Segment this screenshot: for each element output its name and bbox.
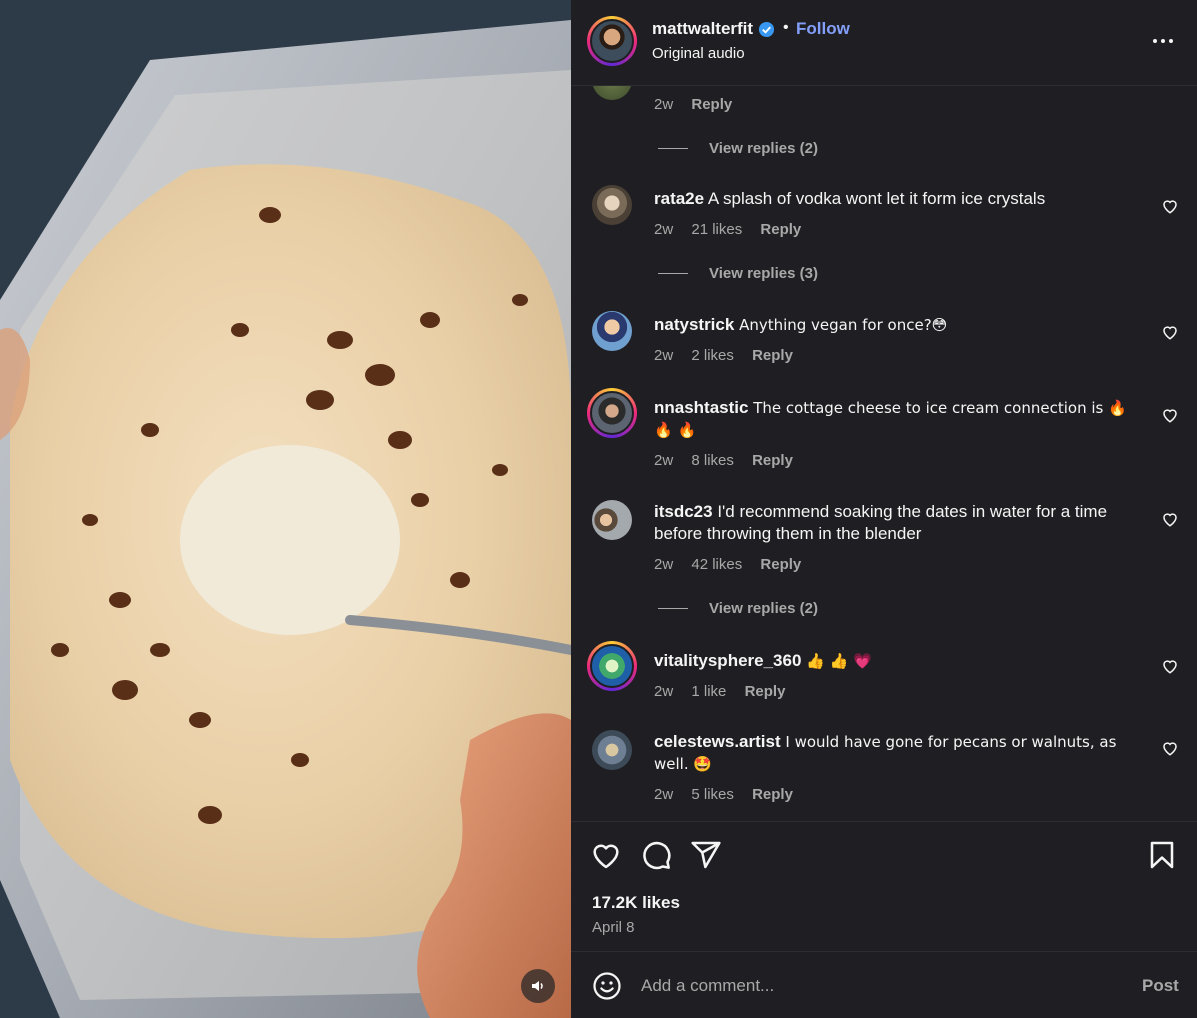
likes-count[interactable]: 17.2K likes bbox=[592, 893, 680, 913]
share-icon[interactable] bbox=[690, 839, 722, 871]
comment-age: 2w bbox=[654, 683, 674, 700]
comment-meta: 2w 1 like Reply bbox=[654, 683, 799, 700]
view-replies-label: View replies (3) bbox=[709, 265, 818, 282]
reply-button[interactable]: Reply bbox=[752, 347, 793, 364]
ice-cream-photo bbox=[0, 0, 571, 1018]
audio-link[interactable]: Original audio bbox=[652, 45, 745, 62]
reply-button[interactable]: Reply bbox=[760, 556, 801, 573]
speaker-icon bbox=[532, 981, 543, 991]
comment-meta: 2w 5 likes Reply bbox=[654, 786, 807, 803]
comment-body: A splash of vodka wont let it form ice c… bbox=[707, 189, 1046, 208]
like-comment-icon[interactable] bbox=[1161, 197, 1179, 215]
comment-body: Anything vegan for once?😳 bbox=[739, 316, 948, 334]
comment-meta: 2w 42 likes Reply bbox=[654, 556, 815, 573]
separator-dot: • bbox=[783, 19, 789, 36]
mute-toggle-button[interactable] bbox=[521, 969, 555, 1003]
post-actions: 17.2K likes April 8 bbox=[571, 821, 1197, 951]
comments-list[interactable]: 2w Reply View replies (2) rata2e A splas… bbox=[571, 86, 1197, 821]
avatar[interactable] bbox=[592, 730, 632, 770]
comment-text: natystrick Anything vegan for once?😳 bbox=[654, 314, 1134, 336]
author-avatar[interactable] bbox=[587, 16, 637, 66]
post-date[interactable]: April 8 bbox=[592, 919, 635, 936]
reply-button[interactable]: Reply bbox=[745, 683, 786, 700]
avatar[interactable] bbox=[587, 388, 637, 438]
heart-icon[interactable] bbox=[590, 839, 622, 871]
comment-input[interactable] bbox=[641, 972, 1121, 1000]
comment-text: itsdc23 I'd recommend soaking the dates … bbox=[654, 501, 1124, 545]
comment-username[interactable]: itsdc23 bbox=[654, 502, 713, 521]
post-header: mattwalterfit • Follow Original audio bbox=[571, 0, 1197, 86]
comment-body: I'd recommend soaking the dates in water… bbox=[654, 502, 1108, 543]
view-replies-button[interactable]: View replies (2) bbox=[658, 140, 818, 157]
comment-age: 2w bbox=[654, 221, 674, 238]
comment-age: 2w bbox=[654, 347, 674, 364]
like-comment-icon[interactable] bbox=[1161, 510, 1179, 528]
reply-button[interactable]: Reply bbox=[691, 96, 732, 113]
comment-meta: 2w Reply bbox=[654, 96, 746, 113]
reply-button[interactable]: Reply bbox=[752, 786, 793, 803]
comment-text: nnashtastic The cottage cheese to ice cr… bbox=[654, 397, 1134, 441]
comment-icon[interactable] bbox=[640, 839, 672, 871]
comment-meta: 2w 21 likes Reply bbox=[654, 221, 815, 238]
avatar[interactable] bbox=[587, 641, 637, 691]
comment-text: celestews.artist I would have gone for p… bbox=[654, 731, 1124, 775]
bookmark-icon[interactable] bbox=[1146, 839, 1178, 871]
like-comment-icon[interactable] bbox=[1161, 657, 1179, 675]
reply-button[interactable]: Reply bbox=[760, 221, 801, 238]
verified-badge-icon bbox=[758, 21, 775, 38]
comment-age: 2w bbox=[654, 556, 674, 573]
comment-likes[interactable]: 21 likes bbox=[691, 221, 742, 238]
author-username[interactable]: mattwalterfit bbox=[652, 19, 753, 39]
comment-body: 👍 👍 💗 bbox=[806, 652, 872, 670]
comment-likes[interactable]: 1 like bbox=[691, 683, 726, 700]
comment-composer: Post bbox=[571, 951, 1197, 1018]
comment-username[interactable]: rata2e bbox=[654, 189, 704, 208]
like-comment-icon[interactable] bbox=[1161, 406, 1179, 424]
comment-username[interactable]: vitalitysphere_360 bbox=[654, 651, 801, 670]
reply-button[interactable]: Reply bbox=[752, 452, 793, 469]
view-replies-label: View replies (2) bbox=[709, 140, 818, 157]
comment-username[interactable]: nnashtastic bbox=[654, 398, 748, 417]
comment-age: 2w bbox=[654, 452, 674, 469]
avatar[interactable] bbox=[592, 86, 632, 100]
view-replies-label: View replies (2) bbox=[709, 600, 818, 617]
comment-age: 2w bbox=[654, 96, 674, 113]
comment-username[interactable]: celestews.artist bbox=[654, 732, 781, 751]
reel-video[interactable] bbox=[0, 0, 571, 1018]
comment-likes[interactable]: 2 likes bbox=[691, 347, 734, 364]
comment-meta: 2w 2 likes Reply bbox=[654, 347, 807, 364]
post-details-panel: mattwalterfit • Follow Original audio 2w… bbox=[571, 0, 1197, 1018]
view-replies-button[interactable]: View replies (3) bbox=[658, 265, 818, 282]
emoji-icon[interactable] bbox=[592, 971, 622, 1001]
avatar[interactable] bbox=[592, 500, 632, 540]
post-button[interactable]: Post bbox=[1142, 976, 1179, 996]
follow-button[interactable]: Follow bbox=[796, 19, 850, 39]
comment-text: vitalitysphere_360 👍 👍 💗 bbox=[654, 650, 1134, 672]
comment-likes[interactable]: 8 likes bbox=[691, 452, 734, 469]
avatar[interactable] bbox=[592, 185, 632, 225]
comment-age: 2w bbox=[654, 786, 674, 803]
comment-username[interactable]: natystrick bbox=[654, 315, 734, 334]
more-options-icon[interactable] bbox=[1148, 26, 1178, 56]
comment-likes[interactable]: 5 likes bbox=[691, 786, 734, 803]
like-comment-icon[interactable] bbox=[1161, 739, 1179, 757]
avatar[interactable] bbox=[592, 311, 632, 351]
comment-meta: 2w 8 likes Reply bbox=[654, 452, 807, 469]
comment-likes[interactable]: 42 likes bbox=[691, 556, 742, 573]
view-replies-button[interactable]: View replies (2) bbox=[658, 600, 818, 617]
comment-text: rata2e A splash of vodka wont let it for… bbox=[654, 188, 1134, 210]
like-comment-icon[interactable] bbox=[1161, 323, 1179, 341]
